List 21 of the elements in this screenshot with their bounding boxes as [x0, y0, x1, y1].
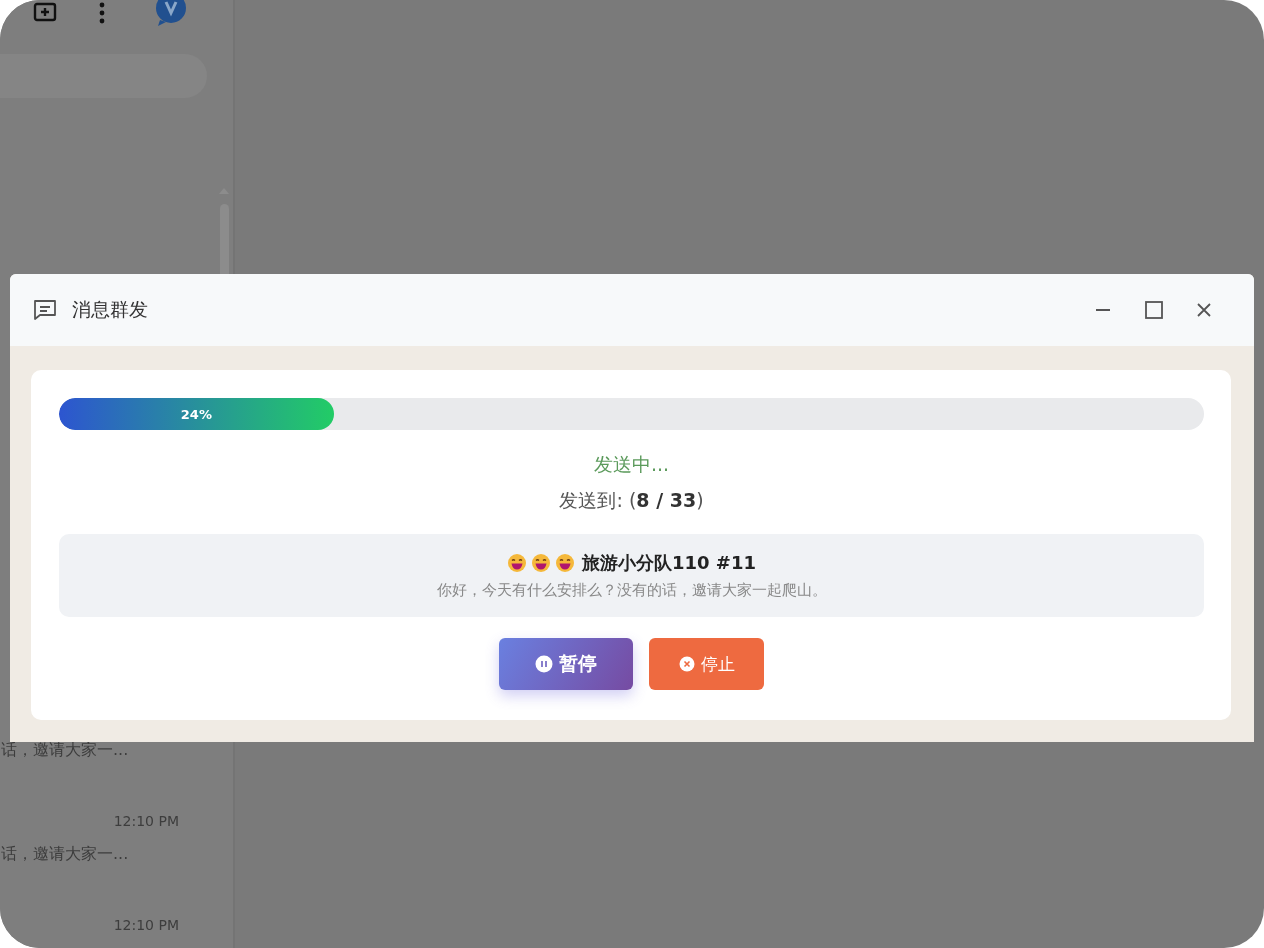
- pause-button[interactable]: 暂停: [499, 638, 633, 690]
- chat-time: 12:10 PM: [113, 813, 179, 829]
- more-icon[interactable]: [98, 0, 106, 24]
- progress-label: 24%: [180, 406, 212, 422]
- message-preview: 你好，今天有什么安排么？没有的话，邀请大家一起爬山。: [436, 581, 827, 600]
- chat-time: 12:10 PM: [113, 917, 179, 933]
- smiley-icon: [507, 553, 527, 573]
- dialog-title: 消息群发: [72, 297, 148, 322]
- send-counter: 发送到: (8 / 33): [559, 488, 704, 513]
- recipient-name: 旅游小分队110 #11: [582, 551, 756, 575]
- close-icon[interactable]: [1196, 302, 1212, 318]
- status-text: 发送中...: [593, 452, 670, 477]
- close-circle-icon: [678, 656, 695, 672]
- smiley-icon: [555, 553, 575, 573]
- message-icon: [32, 298, 58, 322]
- stop-button[interactable]: 停止: [649, 638, 764, 690]
- maximize-icon[interactable]: [1144, 300, 1164, 320]
- pause-icon: [535, 655, 553, 673]
- add-box-icon[interactable]: [32, 0, 58, 24]
- logo-icon: [154, 0, 188, 26]
- smiley-icon: [531, 553, 551, 573]
